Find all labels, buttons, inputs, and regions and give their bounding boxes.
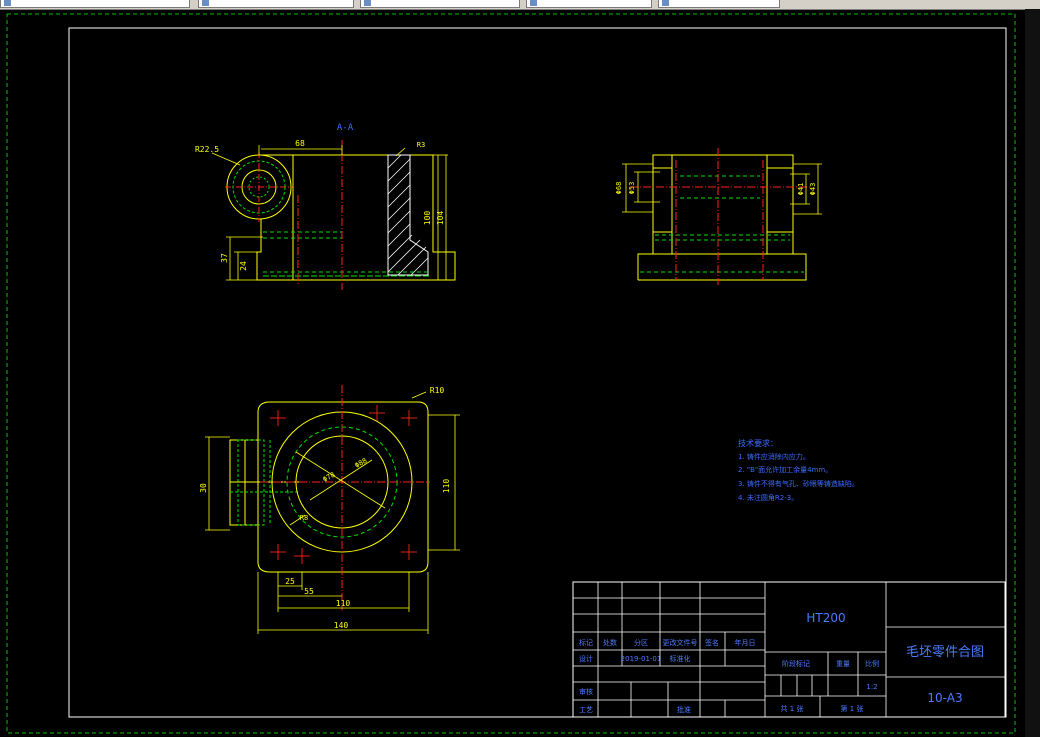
dimension-label: Φ43	[809, 183, 817, 196]
tb-sheet-total: 共 1 张	[781, 704, 804, 713]
drawing-canvas[interactable]: A-A 68 R22.5 R3 100 104 37 24 Φ68 Φ53 Φ4…	[0, 0, 1040, 737]
dimension-label: Φ53	[628, 182, 636, 195]
tb-label: 标记	[579, 638, 593, 647]
drawing-number: 10-A3	[927, 691, 962, 705]
title-block: HT200 毛坯零件合图 10-A3 标记 处数 分区 更改文件号 签名 年月日…	[572, 581, 1006, 718]
dimension-label: Φ41	[797, 183, 805, 196]
side-view: Φ68 Φ53 Φ41 Φ43	[615, 148, 822, 285]
sheet-border	[6, 13, 1016, 734]
vertical-scrollbar[interactable]	[1025, 9, 1040, 737]
dimension-label: Φ88	[354, 457, 369, 470]
tb-label: 工艺	[579, 706, 593, 714]
tb-label: 签名	[705, 638, 719, 647]
material-text: HT200	[806, 611, 845, 625]
tb-label: 设计	[579, 654, 593, 663]
note-item: 3. 铸件不得有气孔、砂眼等铸造缺陷。	[738, 479, 859, 488]
drawing-frame	[68, 27, 1007, 718]
dimension-label: R22.5	[195, 145, 219, 154]
dimension-label: R8	[300, 514, 308, 522]
dimension-label: Φ68	[615, 182, 623, 195]
tb-label: 标准化	[670, 654, 691, 663]
tb-label: 审核	[579, 687, 593, 696]
dimension-label: 24	[239, 261, 248, 271]
drawing-title: 毛坯零件合图	[906, 645, 984, 660]
note-item: 2. "B"面允许加工余量4mm。	[738, 465, 832, 474]
dimension-label: 30	[199, 483, 208, 493]
notes-title: 技术要求：	[738, 438, 778, 448]
note-item: 1. 铸件应消除内应力。	[738, 452, 810, 461]
dimension-label: 25	[285, 577, 295, 586]
dimension-label: 37	[220, 253, 229, 263]
tb-label: 更改文件号	[663, 638, 698, 647]
note-item: 4. 未注圆角R2-3。	[738, 493, 798, 502]
tb-label: 重量	[836, 660, 850, 668]
dimension-label: 100	[423, 211, 432, 226]
dimension-label: 110	[442, 479, 451, 494]
front-section-view: A-A 68 R22.5 R3 100 104 37 24	[195, 123, 456, 290]
tb-scale: 1:2	[866, 683, 877, 691]
tb-date: 2019-01-01	[621, 655, 662, 663]
section-label: A-A	[337, 123, 354, 133]
tb-label: 阶段标记	[782, 659, 810, 668]
dimension-label: R3	[417, 141, 425, 149]
tb-label: 分区	[634, 638, 648, 647]
tb-sheet-number: 第 1 张	[841, 704, 864, 713]
dimension-label: 104	[436, 211, 445, 226]
dimension-label: 55	[304, 587, 314, 596]
dimension-label: 140	[334, 621, 349, 630]
tb-label: 批准	[677, 705, 691, 714]
tb-label: 处数	[603, 638, 617, 647]
tb-label: 年月日	[735, 638, 756, 647]
plan-view: R10 Φ78 Φ88 R8 30 110 25 55 110 140	[199, 385, 460, 634]
tb-label: 比例	[865, 659, 879, 668]
technical-notes: 技术要求： 1. 铸件应消除内应力。 2. "B"面允许加工余量4mm。 3. …	[738, 438, 859, 502]
dimension-label: 68	[295, 139, 305, 148]
dimension-label: R10	[430, 386, 445, 395]
dimension-label: 110	[336, 599, 351, 608]
